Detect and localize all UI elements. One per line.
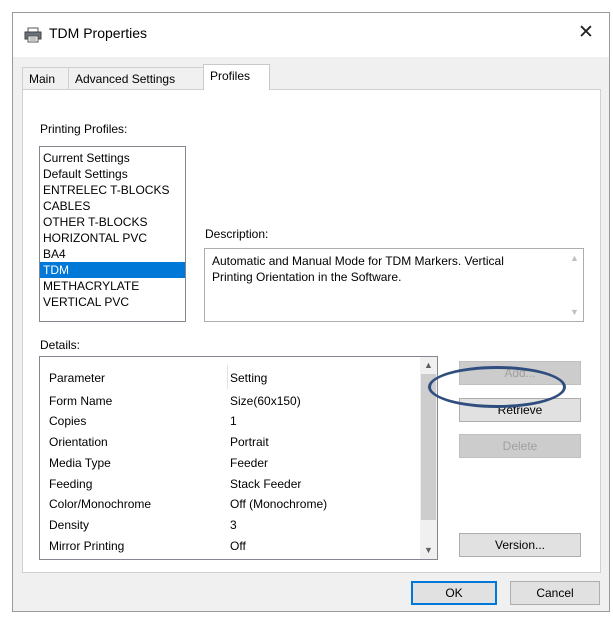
list-item[interactable]: ENTRELEC T-BLOCKS (40, 182, 185, 198)
setting-cell: Feeder (230, 456, 269, 470)
setting-cell: Off (Monochrome) (230, 497, 328, 511)
list-item[interactable]: HORIZONTAL PVC (40, 230, 185, 246)
details-table[interactable]: Parameter Setting Form Name Size(60x150)… (39, 356, 438, 560)
tab-main[interactable]: Main (22, 67, 69, 89)
printing-profiles-label: Printing Profiles: (40, 122, 128, 136)
description-scrollbar[interactable]: ▲ ▼ (566, 249, 583, 321)
column-divider[interactable] (227, 365, 228, 389)
setting-cell: 3 (230, 518, 237, 532)
description-textbox[interactable]: Automatic and Manual Mode for TDM Marker… (204, 248, 584, 322)
close-button[interactable]: ✕ (563, 13, 609, 53)
parameter-cell: Mirror Printing (49, 539, 125, 553)
window-title: TDM Properties (49, 25, 148, 41)
list-item[interactable]: BA4 (40, 246, 185, 262)
chevron-down-icon[interactable]: ▼ (420, 542, 437, 559)
tab-advanced-settings[interactable]: Advanced Settings (68, 67, 204, 89)
profiles-panel: Printing Profiles: Current Settings Defa… (22, 89, 601, 573)
list-item[interactable]: METHACRYLATE (40, 278, 185, 294)
parameter-cell: Copies (49, 414, 87, 428)
column-header-setting[interactable]: Setting (230, 369, 267, 387)
description-label: Description: (205, 227, 269, 241)
parameter-cell: Media Type (49, 456, 111, 470)
setting-cell: 1 (230, 414, 237, 428)
parameter-cell: Color/Monochrome (49, 497, 152, 511)
annotation-oval (428, 366, 566, 408)
list-item[interactable]: Default Settings (40, 166, 185, 182)
description-text: Automatic and Manual Mode for TDM Marker… (212, 254, 504, 284)
version-button[interactable]: Version... (459, 533, 581, 557)
parameter-cell: Feeding (49, 477, 93, 491)
chevron-down-icon[interactable]: ▼ (566, 307, 583, 317)
table-row[interactable]: Density 3 (40, 515, 420, 535)
table-row[interactable]: Feeding Stack Feeder (40, 474, 420, 494)
parameter-cell: Form Name (49, 394, 113, 408)
column-header-parameter[interactable]: Parameter (49, 369, 105, 387)
list-item-selected[interactable]: TDM (40, 262, 185, 278)
delete-button[interactable]: Delete (459, 434, 581, 458)
list-item[interactable]: VERTICAL PVC (40, 294, 185, 310)
setting-cell: Off (230, 539, 246, 553)
details-label: Details: (40, 338, 81, 352)
table-row[interactable]: Mirror Printing Off (40, 536, 420, 556)
setting-cell: Portrait (230, 435, 269, 449)
table-row[interactable]: Media Type Feeder (40, 453, 420, 473)
title-bar: TDM Properties ✕ (13, 13, 609, 57)
cancel-button[interactable]: Cancel (510, 581, 600, 605)
chevron-up-icon[interactable]: ▲ (420, 357, 437, 374)
parameter-cell: Density (49, 518, 90, 532)
parameter-cell: Orientation (49, 435, 108, 449)
ok-button[interactable]: OK (411, 581, 497, 605)
list-item[interactable]: OTHER T-BLOCKS (40, 214, 185, 230)
list-item[interactable]: CABLES (40, 198, 185, 214)
table-row[interactable]: Orientation Portrait (40, 432, 420, 452)
printer-icon (24, 27, 42, 43)
setting-cell: Stack Feeder (230, 477, 302, 491)
tab-profiles[interactable]: Profiles (203, 64, 270, 90)
profiles-list[interactable]: Current Settings Default Settings ENTREL… (39, 146, 186, 322)
table-row[interactable]: Color/Monochrome Off (Monochrome) (40, 494, 420, 514)
setting-cell: Size(60x150) (230, 394, 301, 408)
list-item[interactable]: Current Settings (40, 150, 185, 166)
chevron-up-icon[interactable]: ▲ (566, 253, 583, 263)
close-icon: ✕ (578, 22, 594, 43)
properties-dialog: TDM Properties ✕ Main Advanced Settings … (12, 12, 610, 612)
table-row[interactable]: Copies 1 (40, 411, 420, 431)
table-row[interactable]: Form Name Size(60x150) (40, 391, 420, 411)
